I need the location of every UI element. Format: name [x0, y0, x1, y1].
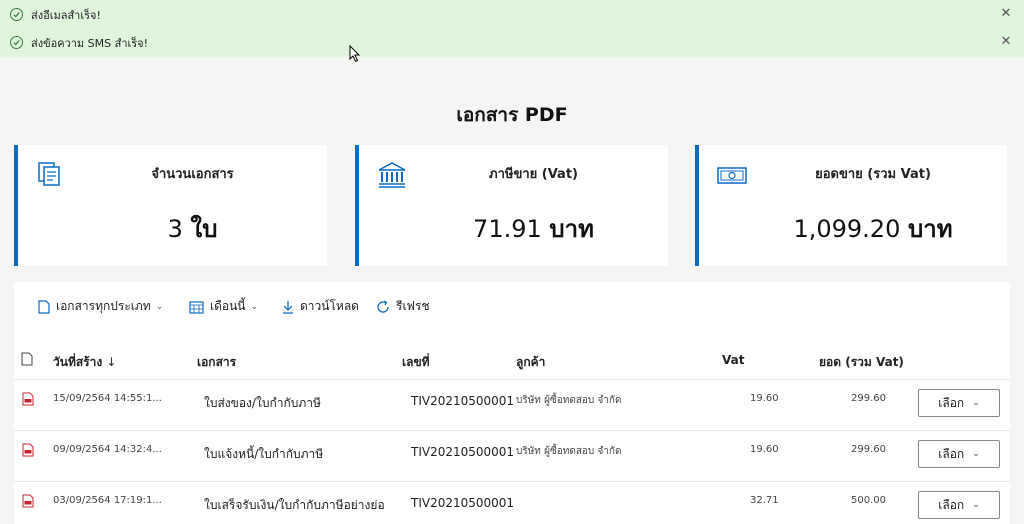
card-label: ภาษีขาย (Vat) [489, 167, 578, 182]
page-title: เอกสาร PDF [456, 104, 568, 126]
cell-vat: 19.60 [750, 444, 779, 455]
header-total[interactable]: ยอด (รวม Vat) [819, 353, 904, 372]
close-icon[interactable]: ✕ [1000, 35, 1012, 48]
cell-number: TIV20210500001 [411, 496, 515, 510]
period-label: เดือนนี้ [210, 299, 246, 313]
cell-created: 15/09/2564 14:55:1... [53, 393, 162, 404]
pdf-file-icon [22, 443, 34, 457]
file-type-header-icon [21, 352, 33, 366]
cell-document: ใบส่งของ/ใบกำกับภาษี [204, 396, 321, 410]
summary-card-vat: ภาษีขาย (Vat) 71.91 บาท [355, 145, 668, 266]
check-circle-icon [10, 36, 23, 49]
header-number[interactable]: เลขที่ [402, 353, 430, 372]
cell-created: 03/09/2564 17:19:1... [53, 495, 162, 506]
header-created[interactable]: วันที่สร้าง ↓ [53, 353, 116, 372]
notification-text: ส่งอีเมลสำเร็จ! [31, 8, 101, 22]
table-row[interactable]: 03/09/2564 17:19:1... ใบเสร็จรับเงิน/ใบก… [14, 481, 1010, 524]
cell-number: TIV20210500001 [411, 445, 515, 459]
select-button[interactable]: เลือก ⌄ [918, 440, 1000, 468]
doc-type-filter[interactable]: เอกสารทุกประเภท ⌄ [38, 297, 163, 316]
header-customer[interactable]: ลูกค้า [516, 353, 545, 372]
refresh-icon [377, 299, 389, 313]
close-icon[interactable]: ✕ [1000, 7, 1012, 20]
cell-total: 299.60 [851, 444, 886, 455]
notification-text: ส่งข้อความ SMS สำเร็จ! [31, 36, 149, 50]
card-label: จำนวนเอกสาร [151, 167, 234, 182]
download-button[interactable]: ดาวน์โหลด [282, 297, 359, 316]
document-icon [38, 299, 50, 314]
card-value: 1,099.20 บาท [793, 215, 953, 243]
pdf-file-icon [22, 494, 34, 508]
card-value: 3 ใบ [167, 215, 218, 243]
cell-document: ใบแจ้งหนี้/ใบกำกับภาษี [204, 447, 324, 461]
refresh-button[interactable]: รีเฟรช [376, 297, 430, 316]
cell-vat: 32.71 [750, 495, 779, 506]
download-label: ดาวน์โหลด [300, 299, 359, 313]
chevron-down-icon: ⌄ [972, 449, 980, 459]
table-row[interactable]: 15/09/2564 14:55:1... ใบส่งของ/ใบกำกับภา… [14, 379, 1010, 429]
cell-total: 500.00 [851, 495, 886, 506]
cell-document: ใบเสร็จรับเงิน/ใบกำกับภาษีอย่างย่อ [204, 498, 385, 512]
sort-down-arrow-icon: ↓ [106, 355, 117, 369]
table-row[interactable]: 09/09/2564 14:32:4... ใบแจ้งหนี้/ใบกำกับ… [14, 430, 1010, 480]
card-value: 71.91 บาท [473, 215, 594, 243]
download-icon [283, 300, 293, 314]
cell-customer: บริษัท ผู้ซื้อทดสอบ จำกัด [516, 395, 622, 406]
success-notification-sms: ส่งข้อความ SMS สำเร็จ! ✕ [0, 28, 1024, 57]
mouse-cursor-icon [349, 45, 361, 63]
summary-card-documents: จำนวนเอกสาร 3 ใบ [14, 145, 327, 266]
chevron-down-icon: ⌄ [155, 301, 164, 312]
summary-card-sales: ยอดขาย (รวม Vat) 1,099.20 บาท [695, 145, 1007, 266]
chevron-down-icon: ⌄ [250, 301, 259, 312]
cell-total: 299.60 [851, 393, 886, 404]
doc-type-label: เอกสารทุกประเภท [56, 299, 151, 313]
success-notification-email: ส่งอีเมลสำเร็จ! ✕ [0, 0, 1024, 29]
chevron-down-icon: ⌄ [972, 398, 980, 408]
refresh-label: รีเฟรช [396, 299, 430, 313]
chevron-down-icon: ⌄ [972, 500, 980, 510]
header-vat[interactable]: Vat [722, 353, 744, 367]
card-label: ยอดขาย (รวม Vat) [815, 167, 931, 182]
period-filter[interactable]: เดือนนี้ ⌄ [189, 297, 258, 316]
cell-vat: 19.60 [750, 393, 779, 404]
cell-number: TIV20210500001 [411, 394, 515, 408]
check-circle-icon [10, 8, 23, 21]
calendar-icon [189, 300, 204, 314]
header-document[interactable]: เอกสาร [197, 353, 236, 372]
select-button[interactable]: เลือก ⌄ [918, 491, 1000, 519]
cell-customer: บริษัท ผู้ซื้อทดสอบ จำกัด [516, 446, 622, 457]
pdf-file-icon [22, 392, 34, 406]
select-button[interactable]: เลือก ⌄ [918, 389, 1000, 417]
cell-created: 09/09/2564 14:32:4... [53, 444, 162, 455]
